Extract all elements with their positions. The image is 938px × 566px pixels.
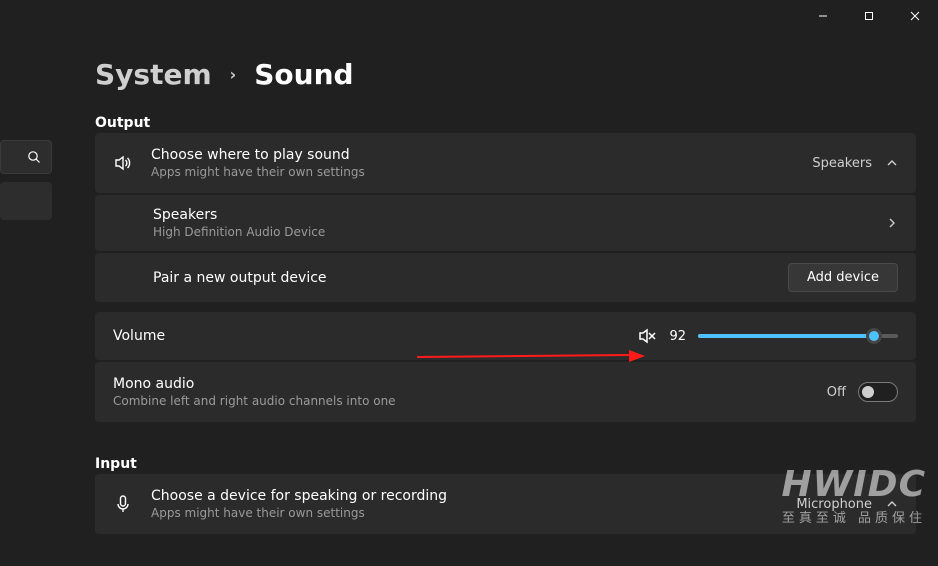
breadcrumb: System › Sound <box>95 58 916 91</box>
input-choose-title: Choose a device for speaking or recordin… <box>151 488 778 504</box>
titlebar <box>800 0 938 32</box>
chevron-right-icon <box>886 217 898 229</box>
output-device-title: Speakers <box>153 207 868 223</box>
content-area: System › Sound Output Choose where to pl… <box>95 58 916 534</box>
output-device-sub: High Definition Audio Device <box>153 225 868 239</box>
left-rail <box>0 140 52 220</box>
input-choose-value: Microphone <box>796 497 872 512</box>
pair-device-label: Pair a new output device <box>153 270 327 286</box>
output-device-row[interactable]: Speakers High Definition Audio Device <box>95 195 916 251</box>
pair-device-row: Pair a new output device Add device <box>95 253 916 302</box>
chevron-up-icon[interactable] <box>886 498 898 510</box>
mono-state: Off <box>827 385 846 400</box>
toggle-knob <box>862 386 874 398</box>
output-choose-card[interactable]: Choose where to play sound Apps might ha… <box>95 133 916 193</box>
volume-slider-thumb[interactable] <box>866 328 882 344</box>
input-choose-card[interactable]: Choose a device for speaking or recordin… <box>95 474 916 534</box>
add-device-button[interactable]: Add device <box>788 263 898 292</box>
output-choose-sub: Apps might have their own settings <box>151 165 794 179</box>
input-section-label: Input <box>95 456 916 472</box>
output-choose-value: Speakers <box>812 156 872 171</box>
output-choose-title: Choose where to play sound <box>151 147 794 163</box>
search-icon <box>27 150 41 164</box>
close-button[interactable] <box>892 0 938 32</box>
volume-card: Volume 92 <box>95 312 916 360</box>
maximize-button[interactable] <box>846 0 892 32</box>
volume-slider[interactable] <box>698 334 898 338</box>
search-input[interactable] <box>0 140 52 174</box>
minimize-button[interactable] <box>800 0 846 32</box>
mono-toggle[interactable] <box>858 382 898 402</box>
volume-label: Volume <box>113 328 619 344</box>
input-choose-sub: Apps might have their own settings <box>151 506 778 520</box>
mono-sub: Combine left and right audio channels in… <box>113 394 809 408</box>
microphone-icon <box>113 494 133 514</box>
mono-audio-card[interactable]: Mono audio Combine left and right audio … <box>95 362 916 422</box>
mute-icon[interactable] <box>637 326 657 346</box>
chevron-up-icon[interactable] <box>886 157 898 169</box>
nav-item[interactable] <box>0 182 52 220</box>
breadcrumb-current: Sound <box>254 58 353 91</box>
mono-title: Mono audio <box>113 376 809 392</box>
volume-slider-fill <box>698 334 874 338</box>
speaker-icon <box>113 153 133 173</box>
chevron-right-icon: › <box>230 65 237 84</box>
breadcrumb-system[interactable]: System <box>95 58 212 91</box>
volume-value: 92 <box>669 329 686 344</box>
output-section-label: Output <box>95 115 916 131</box>
